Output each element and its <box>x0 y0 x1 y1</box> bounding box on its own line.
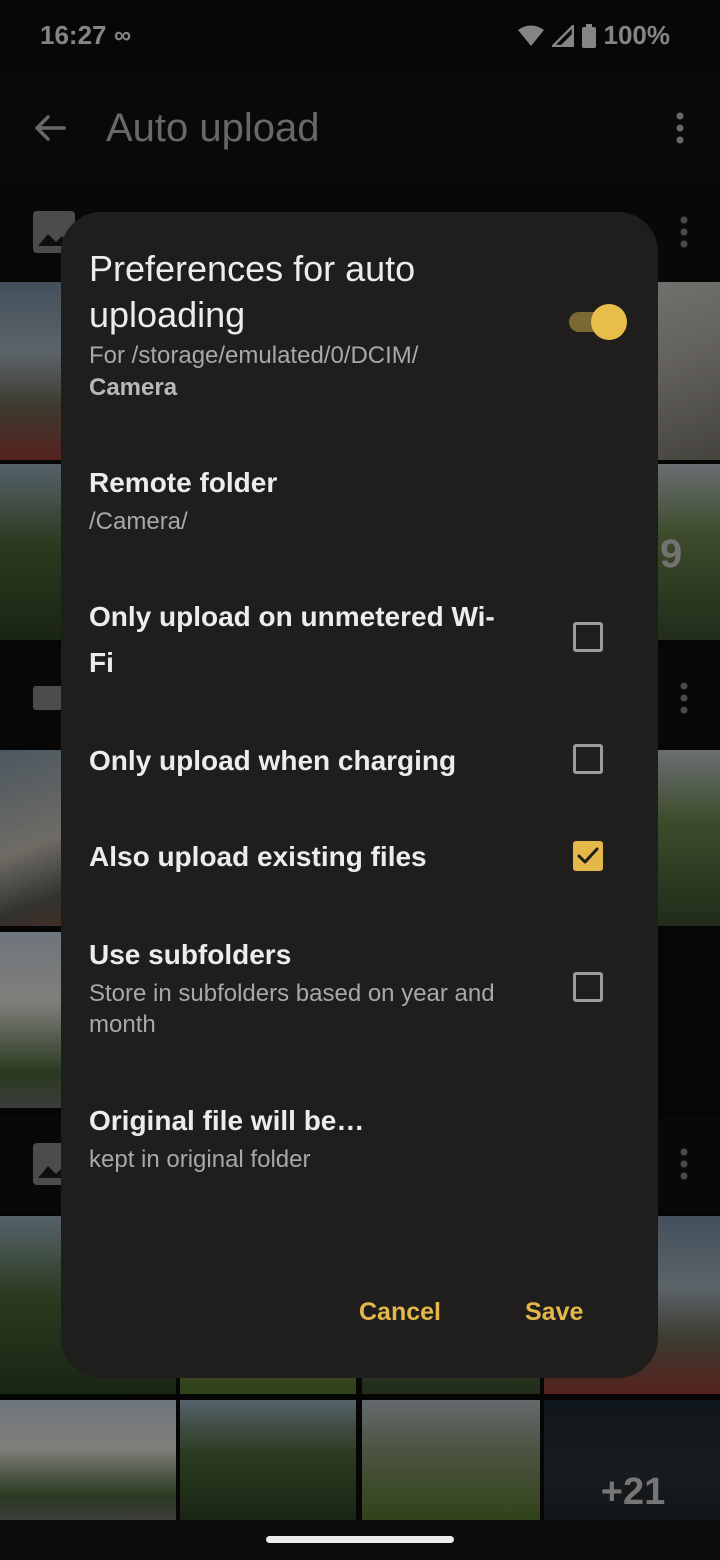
use-subfolders-checkbox[interactable] <box>573 972 603 1002</box>
pref-original-file[interactable]: Original file will be… kept in original … <box>89 1098 559 1175</box>
pref-summary: Store in subfolders based on year and mo… <box>89 980 495 1038</box>
cancel-button[interactable]: Cancel <box>351 1290 449 1335</box>
save-button[interactable]: Save <box>517 1290 591 1335</box>
pref-existing-files[interactable]: Also upload existing files <box>89 834 559 880</box>
auto-upload-toggle[interactable] <box>565 304 627 340</box>
pref-title: Use subfolders <box>89 939 292 970</box>
pref-use-subfolders[interactable]: Use subfolders Store in subfolders based… <box>89 932 509 1040</box>
pref-title: Remote folder <box>89 467 278 498</box>
when-charging-checkbox[interactable] <box>573 744 603 774</box>
pref-summary: kept in original folder <box>89 1146 311 1173</box>
pref-title: Only upload when charging <box>89 745 457 776</box>
pref-title: Original file will be… <box>89 1105 365 1136</box>
pref-title: Also upload existing files <box>89 841 427 872</box>
pref-when-charging[interactable]: Only upload when charging <box>89 738 559 784</box>
navigation-bar <box>0 1520 720 1560</box>
pref-remote-folder[interactable]: Remote folder /Camera/ <box>89 460 559 537</box>
pref-summary: /Camera/ <box>89 508 188 535</box>
unmetered-wifi-checkbox[interactable] <box>573 622 603 652</box>
pref-unmetered-wifi[interactable]: Only upload on unmetered Wi-Fi <box>89 594 509 686</box>
home-gesture-handle[interactable] <box>266 1536 454 1543</box>
existing-files-checkbox[interactable] <box>573 841 603 871</box>
preferences-dialog: Preferences for auto uploading For /stor… <box>61 212 658 1378</box>
check-icon <box>577 847 599 864</box>
pref-title: Only upload on unmetered Wi-Fi <box>89 601 495 678</box>
dialog-subtitle: For /storage/emulated/0/DCIM/ Camera <box>89 340 529 404</box>
source-path: For /storage/emulated/0/DCIM/ <box>89 342 419 369</box>
dialog-title: Preferences for auto uploading <box>89 248 416 335</box>
source-folder-name: Camera <box>89 374 178 401</box>
toggle-thumb <box>591 304 627 340</box>
